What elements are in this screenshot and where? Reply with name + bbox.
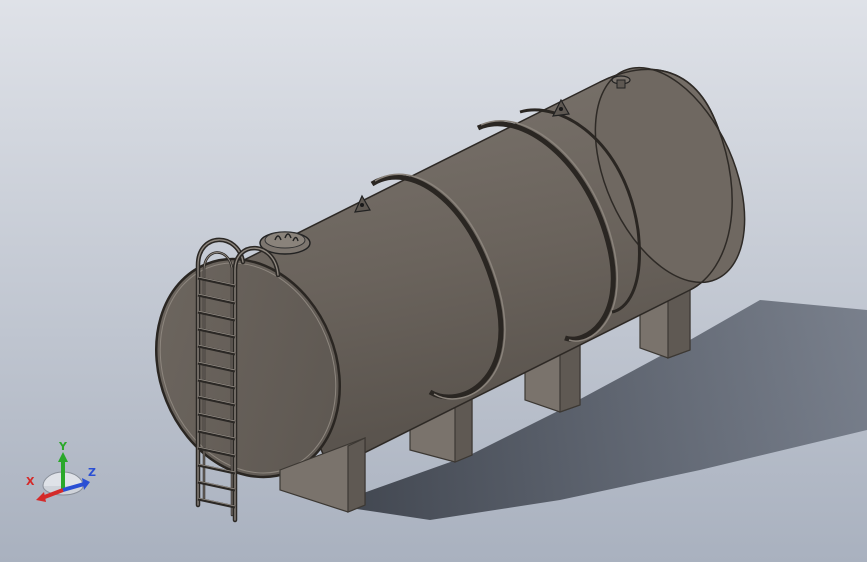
axis-triad: X Y Z <box>18 440 108 510</box>
tank-model-view[interactable] <box>0 0 867 562</box>
graphics-viewport[interactable]: X Y Z <box>0 0 867 562</box>
axis-triad-graphic: X Y Z <box>26 440 96 502</box>
z-axis-label: Z <box>88 466 96 479</box>
y-axis-label: Y <box>58 440 68 453</box>
x-axis-label: X <box>26 475 35 488</box>
